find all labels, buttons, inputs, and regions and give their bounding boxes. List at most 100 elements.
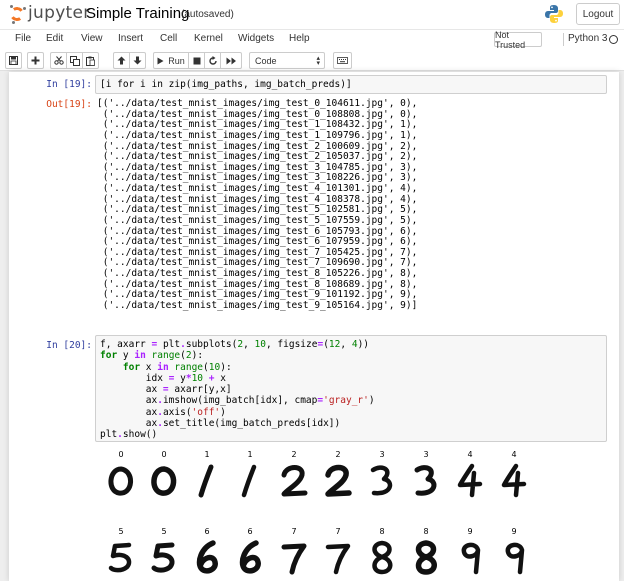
digit-stroke (281, 465, 308, 497)
not-trusted-button[interactable]: Not Trusted (494, 30, 542, 50)
mnist-digit-image (241, 464, 257, 498)
restart-button[interactable] (204, 52, 221, 69)
cell-20-in-prompt: In [20]: (46, 340, 92, 351)
notebook-container: In [19]: [i for i in zip(img_paths, img_… (9, 72, 619, 581)
digit-prediction-title: 6 (204, 527, 210, 536)
python-logo-icon (545, 5, 563, 23)
move-down-icon (133, 56, 142, 65)
mnist-digit-image (198, 464, 214, 498)
logo-text: jupyter (28, 3, 91, 23)
code-line: ax = axarr[y,x] (100, 384, 232, 396)
digit-stroke (241, 464, 257, 498)
code-line: idx = y*10 + x (100, 372, 226, 384)
digit-prediction-title: 8 (423, 527, 429, 536)
run-button[interactable]: Run (153, 52, 189, 69)
digit-stroke (151, 466, 177, 496)
mnist-digit-image (108, 466, 133, 496)
cell-19-input[interactable]: [i for i in zip(img_paths, img_batch_pre… (95, 75, 607, 94)
digit-prediction-title: 1 (247, 450, 253, 459)
cut-button[interactable] (50, 52, 67, 69)
digit-prediction-title: 8 (379, 527, 385, 536)
digit-prediction-title: 2 (291, 450, 297, 459)
menu-cell[interactable]: Cell (160, 33, 177, 44)
save-status: (autosaved) (181, 9, 234, 20)
move-up-button[interactable] (113, 52, 130, 69)
digit-prediction-title: 7 (335, 527, 341, 536)
code-line: for y in range(2): (100, 350, 204, 362)
cell-20-input[interactable]: f, axarr = plt.subplots(2, 10, figsize=(… (95, 335, 607, 442)
kernel-separator (563, 33, 564, 46)
digit-stroke (325, 464, 352, 497)
menu-file[interactable]: File (15, 33, 31, 44)
digit-prediction-title: 1 (204, 450, 210, 459)
digit-stroke (415, 540, 437, 575)
copy-icon (69, 55, 80, 66)
kernel-idle-indicator-icon (609, 35, 618, 44)
mnist-digit-image (196, 540, 218, 574)
save-button[interactable] (5, 52, 22, 69)
toolbar: Run Code ▴ ▾ (0, 50, 624, 71)
digit-prediction-title: 5 (161, 527, 167, 536)
stop-icon (193, 57, 200, 64)
cell-type-value: Code (255, 55, 277, 66)
menu-insert[interactable]: Insert (118, 33, 143, 44)
output-line: ('../data/test_mnist_images/img_test_9_1… (97, 299, 418, 311)
digit-prediction-title: 0 (161, 450, 167, 459)
digit-prediction-title: 7 (291, 527, 297, 536)
add-cell-button[interactable] (27, 52, 44, 69)
menu-widgets[interactable]: Widgets (238, 33, 274, 44)
digit-prediction-title: 0 (118, 450, 124, 459)
digit-prediction-title: 9 (467, 527, 473, 536)
digit-stroke (281, 543, 307, 575)
cell-19-code: [i for i in zip(img_paths, img_batch_pre… (100, 79, 352, 90)
menu-edit[interactable]: Edit (46, 33, 63, 44)
cell-19-output: [('../data/test_mnist_images/img_test_0_… (97, 98, 418, 312)
digit-prediction-title: 4 (511, 450, 517, 459)
mnist-digit-image (461, 542, 481, 575)
digit-stroke (505, 542, 525, 575)
cell-type-select[interactable]: Code ▴ ▾ (249, 52, 325, 69)
kernel-name[interactable]: Python 3 (568, 33, 607, 44)
logout-button[interactable]: Logout (576, 3, 620, 25)
notebook-header: jupyter Simple Training (autosaved) Logo… (0, 0, 624, 29)
digit-prediction-title: 5 (118, 527, 124, 536)
interrupt-button[interactable] (188, 52, 205, 69)
digit-prediction-title: 2 (335, 450, 341, 459)
digit-stroke (461, 542, 481, 575)
copy-button[interactable] (66, 52, 83, 69)
notebook-title[interactable]: Simple Training (86, 5, 189, 22)
jupyter-notebook-window: jupyter Simple Training (autosaved) Logo… (0, 0, 624, 581)
digit-stroke (239, 540, 261, 574)
digit-stroke (457, 463, 483, 498)
digit-prediction-title: 4 (467, 450, 473, 459)
menu-view[interactable]: View (81, 33, 103, 44)
digit-stroke (501, 463, 527, 498)
menu-kernel[interactable]: Kernel (194, 33, 223, 44)
cell-19-in-prompt: In [19]: (46, 79, 92, 90)
paste-button[interactable] (82, 52, 99, 69)
restart-run-all-button[interactable] (220, 52, 242, 69)
digit-stroke (151, 542, 175, 573)
mnist-digit-image (501, 463, 527, 498)
digit-prediction-title: 3 (379, 450, 385, 459)
mnist-digit-image (151, 466, 177, 496)
digit-stroke (414, 465, 437, 496)
run-icon (157, 57, 164, 64)
mnist-digit-image (281, 543, 307, 575)
output-line: ('../data/test_mnist_images/img_test_5_1… (97, 214, 418, 226)
digit-prediction-title: 9 (511, 527, 517, 536)
digit-stroke (196, 540, 218, 574)
code-line: ax.set_title(img_batch_preds[idx]) (100, 418, 341, 430)
digit-stroke (370, 465, 393, 496)
command-palette-button[interactable] (333, 52, 352, 69)
fast-forward-icon (226, 57, 236, 64)
mnist-digit-image (239, 540, 261, 574)
output-line: ('../data/test_mnist_images/img_test_1_1… (97, 129, 418, 141)
jupyter-logo-icon[interactable]: jupyter (6, 3, 90, 25)
code-line: for x in range(10): (122, 361, 232, 373)
code-line: ax.imshow(img_batch[idx], cmap='gray_r') (100, 395, 375, 407)
move-up-icon (117, 56, 126, 65)
menu-help[interactable]: Help (289, 33, 310, 44)
move-down-button[interactable] (129, 52, 146, 69)
mnist-digit-image (414, 465, 437, 496)
